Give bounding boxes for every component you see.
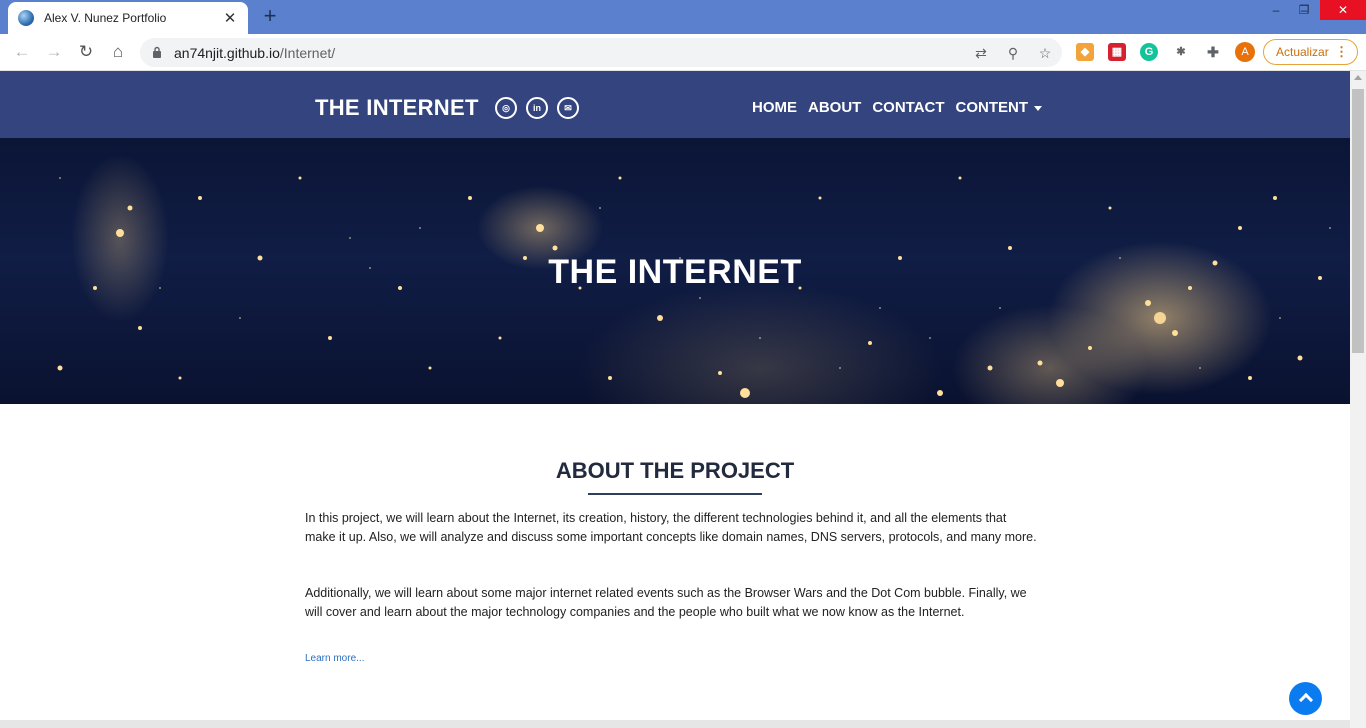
url-path: /Internet/: [279, 45, 336, 61]
about-paragraph-1: In this project, we will learn about the…: [305, 511, 1037, 544]
profile-avatar[interactable]: A: [1235, 42, 1255, 62]
tab-title: Alex V. Nunez Portfolio: [44, 11, 167, 25]
mail-icon[interactable]: ✉: [557, 97, 579, 119]
nav-links: HOME ABOUT CONTACT CONTENT: [752, 99, 1053, 116]
nav-home-link[interactable]: HOME: [752, 99, 797, 116]
linkedin-icon[interactable]: in: [526, 97, 548, 119]
update-button[interactable]: Actualizar ⋮: [1263, 39, 1358, 65]
reload-icon[interactable]: ↻: [74, 40, 98, 64]
more-menu-icon: ⋮: [1335, 44, 1348, 59]
tab-close-icon[interactable]: ✕: [222, 9, 238, 27]
scrollbar-thumb[interactable]: [1352, 89, 1364, 353]
new-tab-button[interactable]: +: [258, 5, 282, 29]
translate-icon[interactable]: ⇄: [972, 44, 990, 62]
vertical-scrollbar[interactable]: [1350, 71, 1366, 728]
browser-tabstrip: Alex V. Nunez Portfolio ✕ + –: [0, 0, 1366, 34]
browser-toolbar: ← → ↻ ⌂ an74njit.github.io/Internet/ ⇄ ⚲…: [0, 34, 1366, 71]
nav-content-dropdown[interactable]: CONTENT: [956, 99, 1043, 116]
extension-bug-icon[interactable]: ✱: [1172, 43, 1190, 61]
address-bar[interactable]: an74njit.github.io/Internet/ ⇄ ⚲ ☆: [140, 38, 1062, 67]
hero-banner: THE INTERNET: [0, 138, 1350, 404]
back-to-top-button[interactable]: [1289, 682, 1322, 715]
restore-window-button[interactable]: ❐: [1290, 0, 1318, 20]
url-host: an74njit.github.io: [174, 45, 280, 61]
nav-content-label: CONTENT: [955, 99, 1029, 116]
extensions-puzzle-icon[interactable]: ✚: [1204, 43, 1222, 61]
hero-title: THE INTERNET: [548, 253, 802, 291]
learn-more-link[interactable]: Learn more...: [305, 653, 364, 664]
update-button-label: Actualizar: [1276, 45, 1329, 59]
nav-contact-link[interactable]: CONTACT: [872, 99, 944, 116]
url-text: an74njit.github.io/Internet/: [174, 45, 335, 61]
back-arrow-icon[interactable]: ←: [10, 40, 34, 64]
zoom-icon[interactable]: ⚲: [1004, 44, 1022, 62]
horizontal-scrollbar[interactable]: [0, 720, 1350, 728]
bookmark-star-icon[interactable]: ☆: [1036, 44, 1054, 62]
extension-red-icon[interactable]: ▦: [1108, 43, 1126, 61]
home-icon[interactable]: ⌂: [106, 40, 130, 64]
forward-arrow-icon[interactable]: →: [42, 40, 66, 64]
minimize-window-button[interactable]: –: [1262, 0, 1290, 20]
page-viewport: THE INTERNET ◎ in ✉ HOME ABOUT CONTACT C…: [0, 71, 1350, 728]
about-paragraph-2: Additionally, we will learn about some m…: [305, 586, 1027, 619]
browser-tab[interactable]: Alex V. Nunez Portfolio ✕: [8, 2, 248, 34]
scroll-up-arrow-icon[interactable]: [1354, 75, 1362, 80]
lock-icon: [153, 46, 161, 58]
about-section-title: ABOUT THE PROJECT: [555, 458, 795, 483]
extension-fire-icon[interactable]: ◆: [1076, 43, 1094, 61]
caret-down-icon: [1034, 105, 1043, 111]
site-navbar: THE INTERNET ◎ in ✉ HOME ABOUT CONTACT C…: [0, 71, 1350, 138]
site-brand[interactable]: THE INTERNET: [315, 95, 479, 121]
close-window-button[interactable]: ✕: [1320, 0, 1366, 20]
globe-favicon-icon: [18, 10, 34, 26]
grammarly-icon[interactable]: G: [1140, 43, 1158, 61]
title-underline: [588, 493, 762, 495]
nav-about-link[interactable]: ABOUT: [808, 99, 861, 116]
instagram-icon[interactable]: ◎: [495, 97, 517, 119]
